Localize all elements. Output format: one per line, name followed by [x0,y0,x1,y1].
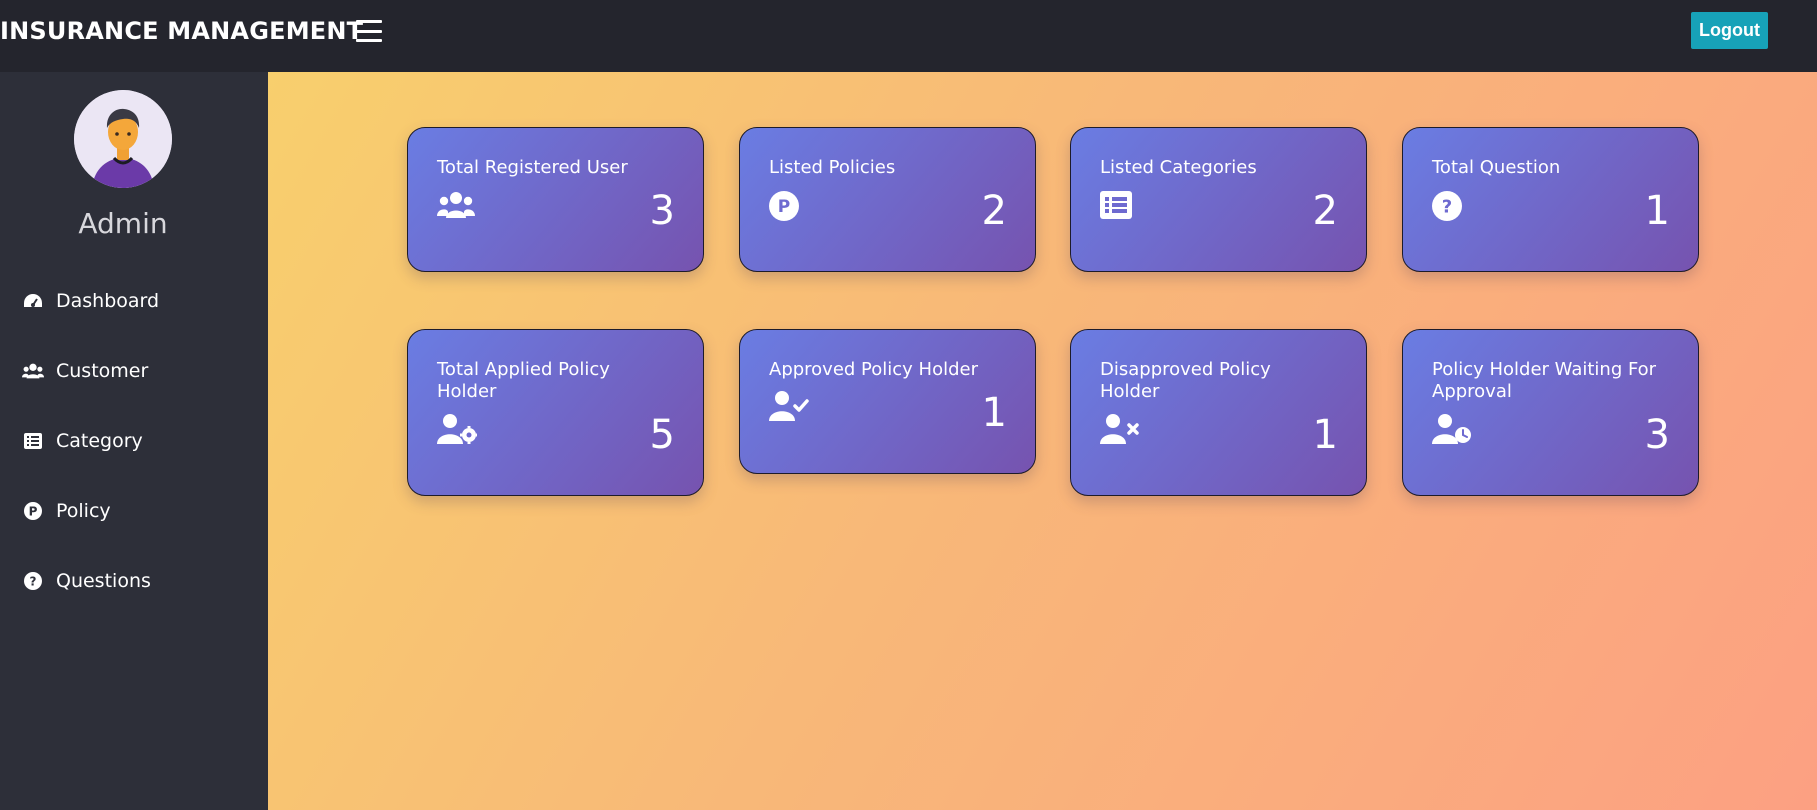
svg-text:?: ? [30,575,37,589]
card-policy-holder-waiting[interactable]: Policy Holder Waiting For Approval 3 [1402,329,1699,496]
card-disapproved-policy-holder[interactable]: Disapproved Policy Holder 1 [1070,329,1367,496]
card-title: Policy Holder Waiting For Approval [1432,359,1657,402]
sidebar-item-label: Questions [56,570,151,592]
card-title: Approved Policy Holder [769,359,979,380]
card-value: 1 [1312,412,1338,458]
parking-p-icon: P [769,191,809,221]
user-clock-icon [1432,413,1472,444]
dashboard-main: Total Registered User 3 Listed Policies … [268,72,1817,810]
users-icon [22,361,44,381]
card-title: Disapproved Policy Holder [1100,359,1271,402]
sidebar-item-customer[interactable]: Customer [22,356,148,386]
parking-p-icon: P [22,501,44,521]
sidebar: Admin Dashboard Customer Category P Poli… [0,72,268,810]
card-value: 2 [1312,188,1338,234]
card-value: 1 [1644,188,1670,234]
brand-title: INSURANCE MANAGEMENT [0,17,364,45]
card-value: 2 [981,188,1007,234]
top-navbar: INSURANCE MANAGEMENT Logout [0,0,1817,72]
list-icon [22,431,44,451]
question-circle-icon: ? [22,571,44,591]
question-circle-icon: ? [1432,191,1472,221]
sidebar-item-label: Policy [56,500,111,522]
card-listed-policies[interactable]: Listed Policies P 2 [739,127,1036,272]
user-times-icon [1100,413,1140,444]
list-icon [1100,191,1140,221]
card-value: 1 [981,390,1007,436]
card-title: Listed Policies [769,157,896,178]
card-title: Listed Categories [1100,157,1257,178]
svg-text:?: ? [1442,197,1452,218]
dashboard-gauge-icon [22,291,44,311]
card-approved-policy-holder[interactable]: Approved Policy Holder 1 [739,329,1036,474]
sidebar-item-policy[interactable]: P Policy [22,496,111,526]
avatar [74,90,172,188]
sidebar-item-label: Customer [56,360,149,382]
card-value: 5 [649,412,675,458]
sidebar-item-label: Dashboard [56,290,160,312]
user-check-icon [769,390,809,421]
menu-toggle-icon[interactable] [356,20,382,42]
svg-text:P: P [29,505,38,519]
sidebar-item-category[interactable]: Category [22,426,143,456]
sidebar-item-questions[interactable]: ? Questions [22,566,151,596]
card-total-applied-policy-holder[interactable]: Total Applied Policy Holder 5 [407,329,704,496]
card-value: 3 [649,188,675,234]
sidebar-item-dashboard[interactable]: Dashboard [22,286,159,316]
card-listed-categories[interactable]: Listed Categories 2 [1070,127,1367,272]
card-title: Total Applied Policy Holder [437,359,610,402]
card-value: 3 [1644,412,1670,458]
user-cog-icon [437,413,478,444]
logout-button[interactable]: Logout [1691,12,1768,49]
card-total-registered-user[interactable]: Total Registered User 3 [407,127,704,272]
card-title: Total Registered User [437,157,628,178]
users-icon [437,191,477,221]
svg-text:P: P [778,197,790,217]
sidebar-item-label: Category [56,430,143,452]
card-total-question[interactable]: Total Question ? 1 [1402,127,1699,272]
admin-name: Admin [78,207,168,240]
card-title: Total Question [1432,157,1561,178]
